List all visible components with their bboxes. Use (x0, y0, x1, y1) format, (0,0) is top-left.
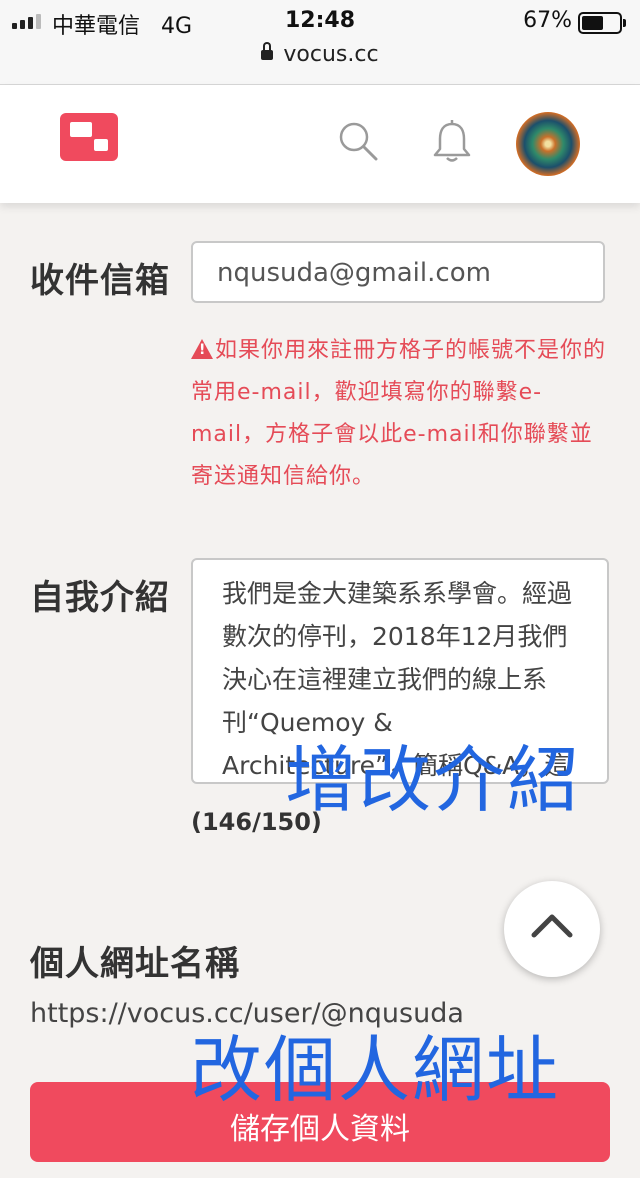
scroll-top-button[interactable] (504, 881, 600, 977)
search-icon[interactable] (338, 121, 378, 161)
status-bar: 中華電信 4G 12:48 67% vocus.cc (0, 0, 640, 85)
url-label: 個人網址名稱 (30, 944, 240, 984)
lock-icon (261, 42, 274, 60)
address-url: vocus.cc (283, 42, 379, 67)
warning-text: 如果你用來註冊方格子的帳號不是你的常用e-mail，歡迎填寫你的聯繫e-mail… (191, 338, 607, 489)
email-field[interactable]: nqusuda@gmail.com (191, 241, 605, 303)
vocus-logo[interactable] (60, 113, 118, 161)
url-annotation: 改個人網址 (190, 1028, 561, 1112)
chevron-up-icon (531, 914, 573, 938)
app-header (0, 85, 640, 203)
email-warning: 如果你用來註冊方格子的帳號不是你的常用e-mail，歡迎填寫你的聯繫e-mail… (191, 330, 611, 498)
bio-annotation: 增改介紹 (285, 738, 582, 822)
email-label: 收件信箱 (30, 261, 170, 301)
battery-percent: 67% (523, 8, 572, 33)
bell-icon[interactable] (431, 119, 473, 163)
url-value: https://vocus.cc/user/@nqusuda (30, 998, 464, 1029)
bio-label: 自我介紹 (30, 578, 170, 618)
address-bar[interactable]: vocus.cc (0, 42, 640, 67)
warning-icon (191, 339, 213, 359)
avatar[interactable] (516, 112, 580, 176)
battery-icon (578, 12, 626, 34)
